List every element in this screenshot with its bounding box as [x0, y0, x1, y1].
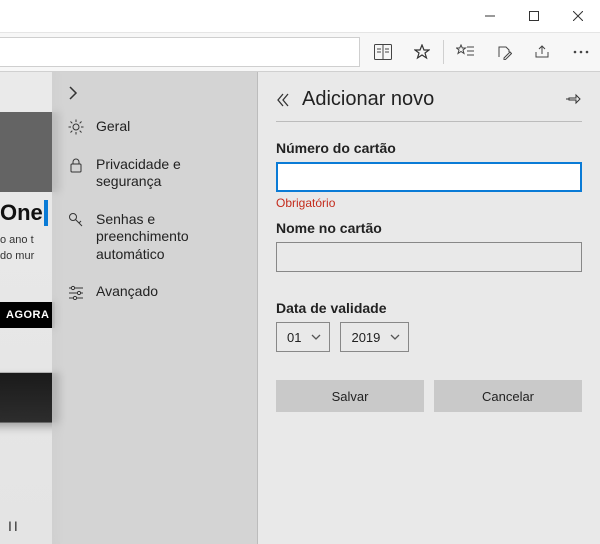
cta-button[interactable]: AGORA: [0, 302, 55, 328]
lock-icon: [68, 156, 84, 173]
bg-text-line: do mur: [0, 250, 34, 262]
expiry-label: Data de validade: [276, 300, 582, 316]
window-titlebar: [0, 0, 600, 32]
content-area: One o ano t do mur AGORA II Geral Privac…: [0, 72, 600, 544]
expiry-month-value: 01: [287, 330, 301, 345]
address-bar[interactable]: [0, 37, 360, 67]
card-name-input[interactable]: [276, 242, 582, 272]
sidebar-item-label: Geral: [96, 118, 130, 136]
sidebar-forward-icon[interactable]: [52, 72, 257, 108]
sidebar-item-general[interactable]: Geral: [52, 108, 257, 146]
window-close-button[interactable]: [556, 0, 600, 32]
card-number-error: Obrigatório: [276, 196, 582, 210]
expiry-month-select[interactable]: 01: [276, 322, 330, 352]
product-badge: One: [0, 200, 43, 226]
browser-toolbar: [0, 32, 600, 72]
sidebar-item-label: Senhas e preenchimento automático: [96, 211, 241, 264]
expiry-year-select[interactable]: 2019: [340, 322, 409, 352]
cancel-button[interactable]: Cancelar: [434, 380, 582, 412]
hero-image: [0, 112, 60, 192]
gear-icon: [68, 118, 84, 135]
carousel-pause-icon[interactable]: II: [8, 518, 20, 534]
product-image: [0, 373, 60, 423]
expiry-year-value: 2019: [351, 330, 380, 345]
card-name-label: Nome no cartão: [276, 220, 582, 236]
sidebar-item-label: Privacidade e segurança: [96, 156, 241, 191]
save-button[interactable]: Salvar: [276, 380, 424, 412]
panel-back-icon[interactable]: [276, 93, 290, 107]
favorite-star-icon[interactable]: [403, 32, 442, 72]
sidebar-item-advanced[interactable]: Avançado: [52, 273, 257, 311]
sidebar-item-passwords[interactable]: Senhas e preenchimento automático: [52, 201, 257, 274]
card-number-label: Número do cartão: [276, 140, 582, 156]
background-webpage: One o ano t do mur AGORA II: [0, 72, 60, 544]
reading-view-icon[interactable]: [364, 32, 403, 72]
add-card-panel: Adicionar novo Número do cartão Obrigató…: [258, 72, 600, 544]
share-icon[interactable]: [523, 32, 562, 72]
notes-icon[interactable]: [484, 32, 523, 72]
favorites-list-icon[interactable]: [446, 32, 485, 72]
more-icon[interactable]: [561, 32, 600, 72]
key-icon: [68, 211, 84, 228]
divider: [276, 121, 582, 122]
toolbar-separator: [443, 40, 444, 64]
sliders-icon: [68, 283, 84, 300]
pin-icon[interactable]: [566, 92, 582, 108]
sidebar-item-privacy[interactable]: Privacidade e segurança: [52, 146, 257, 201]
sidebar-item-label: Avançado: [96, 283, 158, 301]
bg-text-line: o ano t: [0, 234, 34, 246]
window-maximize-button[interactable]: [512, 0, 556, 32]
settings-sidebar: Geral Privacidade e segurança Senhas e p…: [52, 72, 258, 544]
accent-bar: [44, 200, 48, 226]
panel-title: Adicionar novo: [302, 88, 554, 111]
chevron-down-icon: [390, 334, 400, 340]
chevron-down-icon: [311, 334, 321, 340]
card-number-input[interactable]: [276, 162, 582, 192]
window-minimize-button[interactable]: [468, 0, 512, 32]
